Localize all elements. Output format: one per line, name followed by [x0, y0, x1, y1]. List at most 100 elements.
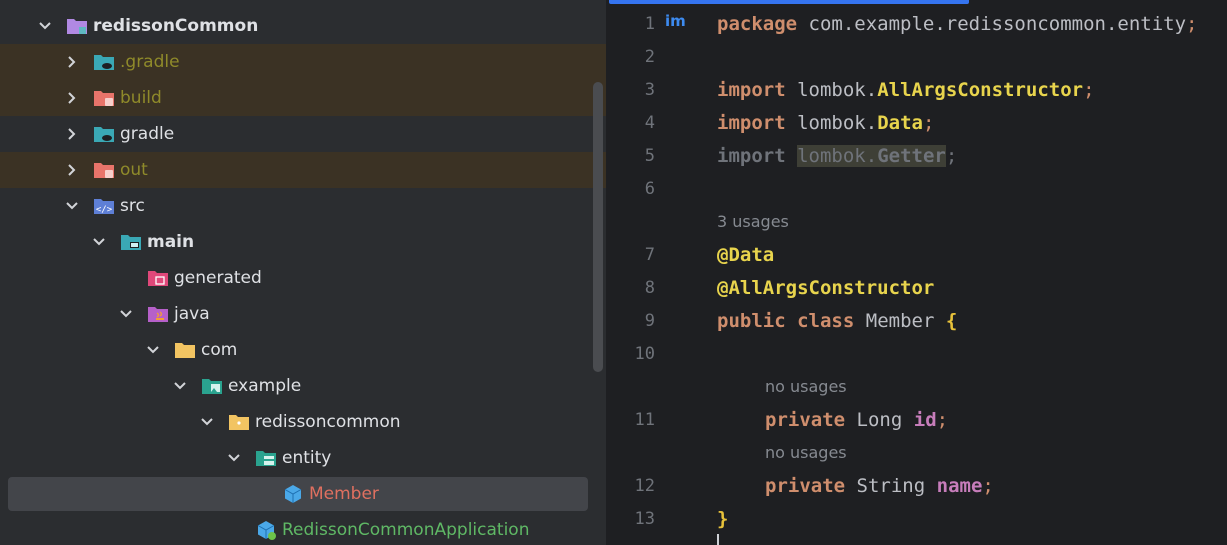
source-set-folder-icon	[121, 235, 141, 250]
annotation: @AllArgsConstructor	[717, 277, 935, 299]
line-number: 9	[644, 311, 655, 331]
chevron-right-icon[interactable]	[63, 53, 81, 71]
chevron-right-icon[interactable]	[63, 89, 81, 107]
java-folder-icon	[148, 307, 168, 322]
tree-item-label: main	[147, 232, 195, 252]
tree-item-java[interactable]: java	[0, 296, 607, 332]
usages-hint[interactable]: no usages	[765, 376, 847, 398]
keyword: private	[765, 409, 846, 431]
code-line-unused-import[interactable]: import lombok.Getter;	[717, 144, 957, 168]
code-line[interactable]: import lombok.AllArgsConstructor;	[717, 78, 1095, 102]
usages-hint[interactable]: 3 usages	[717, 211, 789, 233]
chevron-down-icon[interactable]	[63, 197, 81, 215]
chevron-right-icon[interactable]	[63, 125, 81, 143]
class-name: Member	[865, 310, 935, 332]
package-folder-icon	[175, 343, 195, 358]
gradle-folder-icon	[94, 127, 114, 142]
tree-item-label: build	[120, 88, 162, 108]
chevron-down-icon[interactable]	[36, 17, 54, 35]
svg-text:</>: </>	[96, 205, 113, 215]
code-line[interactable]: import lombok.Data;	[717, 111, 934, 135]
chevron-down-icon[interactable]	[198, 413, 216, 431]
line-number: 5	[644, 146, 655, 166]
semicolon: ;	[922, 112, 935, 134]
code-line[interactable]: public class Member {	[717, 309, 957, 333]
line-number: 6	[644, 179, 655, 199]
tree-item-com[interactable]: com	[0, 332, 607, 368]
tree-item-label: redissoncommon	[255, 412, 401, 432]
import-package: lombok	[797, 112, 866, 134]
line-number: 4	[644, 113, 655, 133]
tree-item-redissoncommon-package[interactable]: redissoncommon	[0, 404, 607, 440]
line-number: 2	[644, 47, 655, 67]
tree-item-entity[interactable]: entity	[0, 440, 607, 476]
chevron-down-icon[interactable]	[117, 305, 135, 323]
tree-item-generated[interactable]: generated	[0, 260, 607, 296]
entity-folder-icon	[256, 451, 276, 466]
gradle-folder-icon	[94, 55, 114, 70]
active-tab-indicator	[609, 0, 969, 4]
chevron-down-icon[interactable]	[171, 377, 189, 395]
package-name: com.example.redissoncommon.entity	[808, 13, 1187, 35]
keyword: private	[765, 475, 846, 497]
field-name: name	[936, 475, 983, 497]
tree-item-redissoncommonapplication[interactable]: RedissonCommonApplication	[0, 512, 607, 545]
tree-item-label: entity	[282, 448, 332, 468]
code-line[interactable]: package com.example.redissoncommon.entit…	[717, 12, 1197, 36]
code-line[interactable]: @AllArgsConstructor	[717, 276, 934, 300]
keyword: import	[717, 79, 786, 101]
line-number: 7	[644, 245, 655, 265]
type-name: String	[856, 475, 926, 497]
annotation: @Data	[717, 244, 775, 266]
import-class: Getter	[877, 145, 946, 167]
semicolon: ;	[982, 475, 994, 497]
text-caret	[717, 534, 719, 545]
type-name: Long	[856, 409, 903, 431]
implements-gutter-icon[interactable]: im	[665, 12, 686, 30]
tree-scrollbar[interactable]	[593, 82, 603, 372]
tree-item-label: out	[120, 160, 148, 180]
import-package: lombok	[797, 79, 866, 101]
line-number: 13	[634, 509, 655, 529]
code-editor[interactable]: im 1 2 3 4 5 6 7 8 9 10 11 12 13 package…	[607, 0, 1227, 545]
semicolon: ;	[1083, 79, 1095, 101]
import-class: Data	[877, 112, 923, 134]
chevron-down-icon[interactable]	[144, 341, 162, 359]
spring-class-cube-icon	[257, 521, 276, 540]
brace: {	[945, 310, 958, 332]
import-package: lombok	[797, 145, 866, 167]
tree-item-label: redissonCommon	[93, 16, 259, 36]
tree-item-gradle[interactable]: gradle	[0, 116, 607, 152]
tree-item-dot-gradle[interactable]: .gradle	[0, 44, 607, 80]
tree-item-build[interactable]: build	[0, 80, 607, 116]
excluded-folder-icon	[94, 163, 114, 178]
tree-item-member[interactable]: Member	[0, 476, 607, 512]
line-number: 11	[634, 410, 655, 430]
module-folder-icon	[67, 19, 87, 34]
keyword: import	[717, 145, 786, 167]
package-folder-icon	[229, 415, 249, 430]
code-line[interactable]: @Data	[717, 243, 774, 267]
tree-item-src[interactable]: </> src	[0, 188, 607, 224]
class-cube-icon	[284, 485, 302, 503]
chevron-down-icon[interactable]	[90, 233, 108, 251]
tree-item-example[interactable]: example	[0, 368, 607, 404]
tree-item-label: gradle	[120, 124, 175, 144]
chevron-down-icon[interactable]	[225, 449, 243, 467]
tree-item-out[interactable]: out	[0, 152, 607, 188]
code-line[interactable]: private String name;	[765, 474, 994, 498]
code-line[interactable]: private Long id;	[765, 408, 948, 432]
tree-item-main[interactable]: main	[0, 224, 607, 260]
chevron-right-icon[interactable]	[63, 161, 81, 179]
line-number: 1	[644, 14, 655, 34]
tree-item-label: generated	[174, 268, 262, 288]
tree-item-label: java	[174, 304, 210, 324]
usages-hint[interactable]: no usages	[765, 442, 847, 464]
dot: .	[865, 112, 878, 134]
semicolon: ;	[936, 409, 949, 431]
keyword: import	[717, 112, 786, 134]
tree-item-redissoncommon[interactable]: redissonCommon	[0, 8, 607, 44]
keyword: class	[797, 310, 855, 332]
line-number: 10	[634, 344, 655, 364]
code-line[interactable]: }	[717, 507, 728, 531]
